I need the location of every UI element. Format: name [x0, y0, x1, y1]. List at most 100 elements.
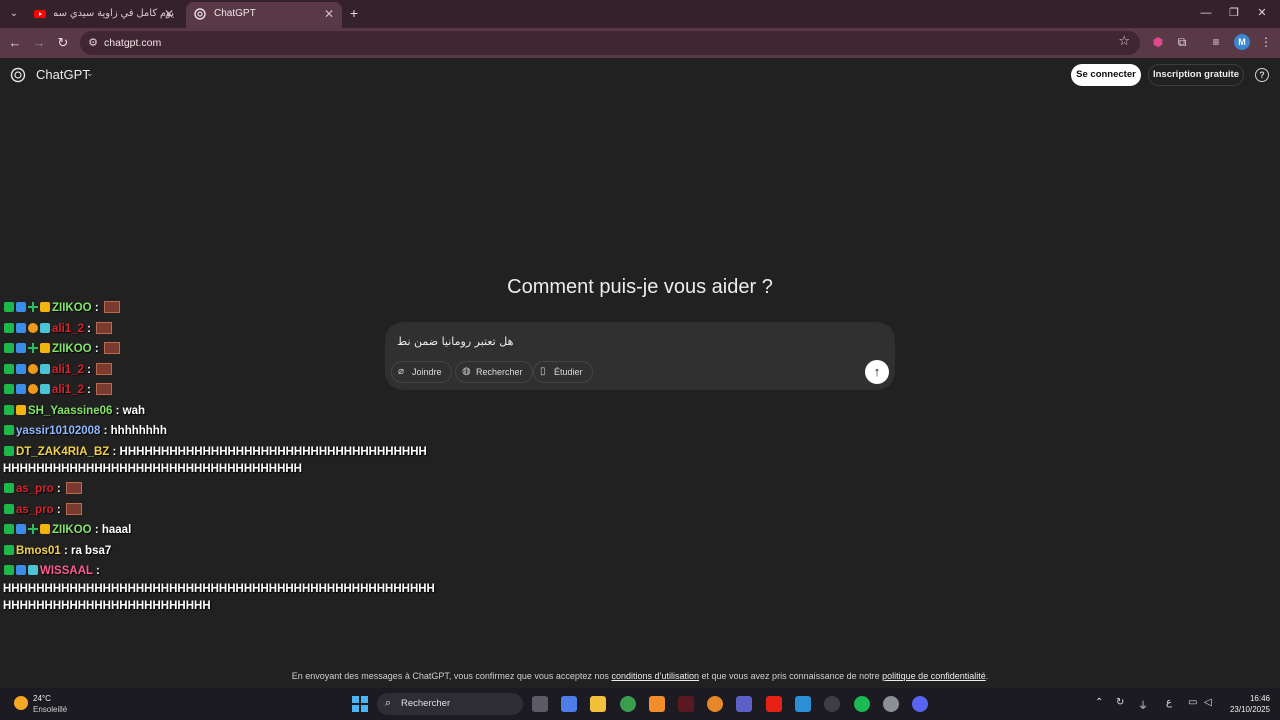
- chat-separator: :: [83, 384, 95, 396]
- site-info-icon[interactable]: ⚙: [86, 36, 100, 50]
- footer-text: et que vous avez pris connaissance de no…: [701, 671, 880, 681]
- system-clock[interactable]: 16:46 23/10/2025: [1226, 693, 1270, 715]
- weather-condition[interactable]: Ensoleillé: [33, 705, 67, 714]
- chat-separator: :: [53, 483, 64, 495]
- chat-emote-icon: [65, 502, 82, 515]
- gift-badge-icon: [28, 565, 38, 575]
- forward-icon[interactable]: →: [30, 34, 48, 52]
- weather-temperature[interactable]: 24°C: [33, 694, 51, 703]
- privacy-link[interactable]: politique de confidentialité: [882, 671, 986, 681]
- search-icon: ⌕: [385, 697, 392, 709]
- chat-username: Bmos01: [16, 544, 61, 557]
- verified-badge-icon: [16, 363, 26, 374]
- extensions-puzzle-icon[interactable]: ⧉: [1174, 34, 1190, 50]
- reload-icon[interactable]: ↻: [54, 34, 72, 52]
- signup-button[interactable]: Inscription gratuite: [1148, 64, 1244, 86]
- terms-link[interactable]: conditions d’utilisation: [611, 671, 699, 681]
- tray-chevron-icon[interactable]: ⌃: [1095, 697, 1103, 708]
- spotify-icon[interactable]: [854, 696, 870, 712]
- settings-icon[interactable]: [883, 696, 899, 712]
- plus-badge-icon: [28, 302, 38, 312]
- chat-message: ali1_2 :: [4, 362, 113, 378]
- chat-separator: :: [60, 544, 71, 557]
- file-explorer-icon[interactable]: [590, 696, 606, 712]
- chat-username: WISSAAL: [40, 565, 93, 577]
- app-circle-icon[interactable]: [824, 696, 840, 712]
- windows-start-icon[interactable]: [352, 696, 368, 712]
- microphone-icon[interactable]: ⏚: [1138, 697, 1148, 712]
- bookmark-star-icon[interactable]: ☆: [1118, 33, 1130, 49]
- network-icon[interactable]: ▭: [1188, 697, 1197, 708]
- close-tab-icon[interactable]: ✕: [164, 2, 174, 26]
- notepad-icon[interactable]: [795, 696, 811, 712]
- sun-icon[interactable]: [14, 696, 28, 710]
- attach-button[interactable]: ⌀ Joindre: [391, 361, 452, 383]
- login-button[interactable]: Se connecter: [1071, 64, 1141, 86]
- chat-separator: :: [91, 343, 102, 355]
- chrome-icon[interactable]: [620, 696, 636, 712]
- tab-search-button[interactable]: ⌄: [6, 6, 22, 22]
- input-language[interactable]: ع: [1166, 697, 1172, 708]
- chat-message: DT_ZAK4RIA_BZ : HHHHHHHHHHHHHHHHHHHHHHHH…: [4, 444, 427, 460]
- task-view-icon[interactable]: [532, 696, 548, 712]
- chat-text-continuation: HHHHHHHHHHHHHHHHHHHHHHHHHHHHHHHHHHHHHHHH…: [3, 582, 435, 595]
- chat-username: ali1_2: [52, 363, 84, 376]
- coin-badge-icon: [28, 363, 38, 374]
- chevron-down-icon[interactable]: ⌄: [86, 68, 94, 79]
- study-label: Étudier: [554, 367, 583, 377]
- extension-shield-icon[interactable]: ⬢: [1150, 34, 1166, 50]
- close-window-icon[interactable]: ✕: [1252, 4, 1272, 22]
- browser-menu-icon[interactable]: ⋮: [1258, 34, 1274, 50]
- restore-icon[interactable]: ❐: [1224, 4, 1244, 22]
- chat-emote-icon: [103, 301, 120, 313]
- chat-text: haaal: [101, 524, 132, 536]
- volume-icon[interactable]: ◁: [1204, 697, 1212, 708]
- help-icon[interactable]: ?: [1255, 68, 1269, 82]
- kick-badge-icon: [4, 343, 14, 353]
- chat-message: yassir10102008 : hhhhhhhh: [4, 423, 167, 439]
- prompt-input[interactable]: هل تعتبر رومانيا ضمن نط: [397, 332, 883, 352]
- discord-icon[interactable]: [912, 696, 928, 712]
- chat-message: WISSAAL :: [4, 563, 100, 579]
- chat-emote-icon: [96, 321, 113, 334]
- teams-icon[interactable]: [736, 696, 752, 712]
- chat-username: yassir10102008: [16, 425, 101, 437]
- copilot-icon[interactable]: [561, 696, 577, 712]
- verified-badge-icon: [16, 302, 26, 312]
- media-controls-icon[interactable]: ≡: [1208, 34, 1224, 50]
- crown-badge-icon: [40, 524, 50, 534]
- arrow-up-icon: ↑: [873, 364, 881, 379]
- book-icon: ▯: [540, 366, 546, 377]
- app-a-icon[interactable]: [649, 696, 665, 712]
- gift-badge-icon: [40, 322, 50, 333]
- taskbar-search[interactable]: ⌕ Rechercher: [377, 693, 523, 715]
- youtube-taskbar-icon[interactable]: [766, 696, 782, 712]
- tab-chatgpt[interactable]: ChatGPT ✕: [186, 2, 342, 28]
- chat-separator: :: [100, 425, 111, 437]
- model-selector[interactable]: ChatGPT: [36, 67, 90, 83]
- send-button[interactable]: ↑: [865, 360, 889, 384]
- app-v-icon[interactable]: [678, 696, 694, 712]
- minimize-icon[interactable]: —: [1196, 4, 1216, 22]
- chat-username: SH_Yaassine06: [28, 404, 113, 417]
- taskbar-search-label: Rechercher: [401, 698, 451, 709]
- app-orange-icon[interactable]: [707, 696, 723, 712]
- study-button[interactable]: ▯ Étudier: [533, 361, 593, 383]
- verified-badge-icon: [16, 384, 26, 394]
- kick-badge-icon: [4, 483, 14, 493]
- profile-avatar[interactable]: M: [1234, 34, 1250, 50]
- kick-badge-icon: [4, 425, 14, 435]
- kick-badge-icon: [4, 565, 14, 575]
- tab-youtube[interactable]: يوم كامل في زاوية سيدي سماعين ✕: [26, 2, 182, 28]
- address-bar[interactable]: ⚙ chatgpt.com ☆: [80, 31, 1140, 55]
- chat-text: HHHHHHHHHHHHHHHHHHHHHHHHHHHHHHHHHHHHH: [119, 445, 427, 458]
- new-tab-button[interactable]: +: [346, 5, 362, 21]
- search-label: Rechercher: [476, 367, 523, 377]
- coin-badge-icon: [28, 322, 38, 333]
- search-button[interactable]: ◍ Rechercher: [455, 361, 533, 383]
- tray-app-icon[interactable]: ↻: [1116, 697, 1124, 708]
- back-icon[interactable]: ←: [6, 34, 24, 52]
- close-tab-icon[interactable]: ✕: [324, 2, 334, 26]
- openai-logo-icon[interactable]: [10, 67, 26, 83]
- chat-username: as_pro: [16, 503, 54, 516]
